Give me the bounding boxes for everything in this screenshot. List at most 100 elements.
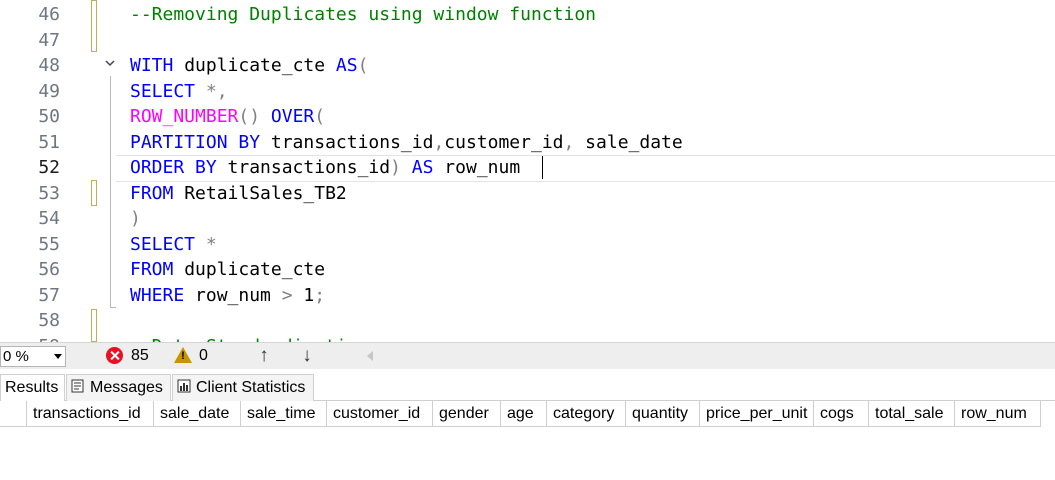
- collapse-region-icon[interactable]: [103, 56, 117, 70]
- code-line[interactable]: 48 WITH duplicate_cte AS(: [0, 53, 1055, 79]
- zoom-value: 0 %: [3, 348, 29, 365]
- code-token: *,: [205, 80, 228, 102]
- code-token: WHERE: [130, 284, 185, 306]
- code-token: transactions_id: [260, 131, 434, 153]
- code-line[interactable]: 49 SELECT *,: [0, 79, 1055, 105]
- code-text[interactable]: FROM duplicate_cte: [130, 257, 325, 283]
- code-token: (: [314, 106, 326, 127]
- code-line[interactable]: 57 WHERE row_num > 1;: [0, 283, 1055, 309]
- code-token: PARTITION BY: [130, 131, 261, 153]
- column-header[interactable]: quantity: [626, 401, 700, 427]
- code-token: SELECT: [130, 80, 196, 102]
- next-issue-button[interactable]: ↓: [296, 345, 318, 367]
- code-text[interactable]: --Data Standardization: [130, 334, 368, 343]
- code-line[interactable]: 47: [0, 28, 1055, 54]
- line-number: 59: [0, 334, 60, 343]
- code-token: --Removing Duplicates using window funct…: [130, 4, 596, 25]
- code-line[interactable]: 51 PARTITION BY transactions_id,customer_…: [0, 130, 1055, 156]
- text-caret: [542, 156, 543, 179]
- change-marker: [91, 309, 97, 342]
- column-header[interactable]: sale_date: [154, 401, 241, 427]
- code-token: (): [238, 106, 261, 127]
- tab-label: Messages: [90, 379, 163, 396]
- tab-label: Client Statistics: [196, 379, 306, 396]
- tab-results[interactable]: Results: [0, 374, 65, 402]
- code-token: RetailSales_TB2: [173, 182, 347, 204]
- column-header[interactable]: price_per_unit: [700, 401, 814, 427]
- code-text[interactable]: ORDER BY transactions_id) AS row_num: [130, 155, 520, 181]
- column-header[interactable]: row_num: [955, 401, 1041, 427]
- column-header[interactable]: age: [501, 401, 547, 427]
- code-token: row_num: [184, 284, 282, 306]
- column-header[interactable]: sale_time: [241, 401, 327, 427]
- error-count[interactable]: 85: [131, 347, 149, 365]
- code-token: AS: [335, 55, 358, 76]
- code-token: duplicate_cte: [173, 259, 326, 280]
- code-token: customer_id: [444, 131, 564, 153]
- zoom-select[interactable]: 0 %: [0, 346, 66, 367]
- code-token: (: [357, 55, 369, 76]
- code-text[interactable]: ROW_NUMBER() OVER(: [130, 104, 325, 130]
- code-token: 1: [292, 284, 315, 306]
- messages-icon: [71, 379, 84, 393]
- code-text[interactable]: WITH duplicate_cte AS(: [130, 53, 368, 79]
- code-token: ,: [563, 131, 575, 153]
- code-token: row_num: [433, 157, 521, 178]
- code-text[interactable]: --Removing Duplicates using window funct…: [130, 2, 596, 28]
- line-number: 54: [38, 208, 60, 229]
- code-token: ): [390, 157, 401, 178]
- column-header[interactable]: category: [547, 401, 626, 427]
- outline-guide-end: [110, 307, 116, 308]
- results-tabs: Results Messages Client Statistics: [0, 371, 1055, 402]
- code-token: duplicate_cte: [173, 55, 336, 76]
- column-header[interactable]: transactions_id: [27, 401, 154, 427]
- code-text[interactable]: FROM RetailSales_TB2: [130, 181, 347, 207]
- results-grid[interactable]: transactions_id sale_date sale_time custome…: [0, 401, 1055, 480]
- column-header[interactable]: gender: [433, 401, 501, 427]
- error-icon[interactable]: [106, 347, 123, 364]
- code-token: WITH: [130, 55, 174, 76]
- code-line[interactable]: 53 FROM RetailSales_TB2: [0, 181, 1055, 207]
- line-number: 55: [38, 233, 60, 255]
- code-text[interactable]: SELECT *,: [130, 79, 228, 105]
- code-text[interactable]: WHERE row_num > 1;: [130, 283, 325, 309]
- line-number: 46: [38, 4, 60, 25]
- line-number: 52: [38, 157, 60, 178]
- code-line[interactable]: 52 ORDER BY transactions_id) AS row_num: [0, 155, 1055, 181]
- tab-client-statistics[interactable]: Client Statistics: [172, 374, 314, 401]
- warning-icon-mark: !: [181, 350, 185, 362]
- change-marker: [91, 0, 97, 52]
- tab-messages[interactable]: Messages: [66, 374, 171, 401]
- code-line[interactable]: 56 FROM duplicate_cte: [0, 257, 1055, 283]
- code-token: ROW_NUMBER: [130, 106, 239, 127]
- warning-count[interactable]: 0: [199, 347, 208, 365]
- code-text[interactable]: SELECT *: [130, 232, 217, 258]
- code-line[interactable]: 59 --Data Standardization: [0, 334, 1055, 343]
- tab-label: Results: [5, 379, 59, 396]
- previous-issue-button[interactable]: ↑: [253, 345, 275, 367]
- column-header[interactable]: total_sale: [869, 401, 955, 427]
- code-line[interactable]: 54): [0, 206, 1055, 232]
- code-line[interactable]: 55 SELECT *: [0, 232, 1055, 258]
- code-line[interactable]: 46 --Removing Duplicates using window fun…: [0, 2, 1055, 28]
- column-header[interactable]: customer_id: [327, 401, 433, 427]
- grid-corner[interactable]: [0, 401, 27, 427]
- line-number: 51: [38, 131, 60, 153]
- code-text[interactable]: PARTITION BY transactions_id,customer_id…: [130, 130, 683, 156]
- outline-guide: [110, 76, 111, 308]
- line-number: 47: [38, 29, 60, 51]
- code-token: AS: [411, 157, 434, 178]
- code-text[interactable]: ): [130, 206, 141, 232]
- code-token: ,: [433, 131, 445, 153]
- line-number: 49: [38, 80, 60, 102]
- line-number: 50: [38, 106, 60, 127]
- statistics-icon: [177, 379, 191, 393]
- code-line[interactable]: 58: [0, 308, 1055, 334]
- column-header[interactable]: cogs: [814, 401, 869, 427]
- query-editor[interactable]: 46 --Removing Duplicates using window fun…: [0, 0, 1055, 342]
- code-token: *: [205, 233, 217, 255]
- code-token: ORDER BY: [130, 157, 217, 178]
- code-line[interactable]: 50 ROW_NUMBER() OVER(: [0, 104, 1055, 130]
- scroll-left-icon[interactable]: [367, 351, 373, 361]
